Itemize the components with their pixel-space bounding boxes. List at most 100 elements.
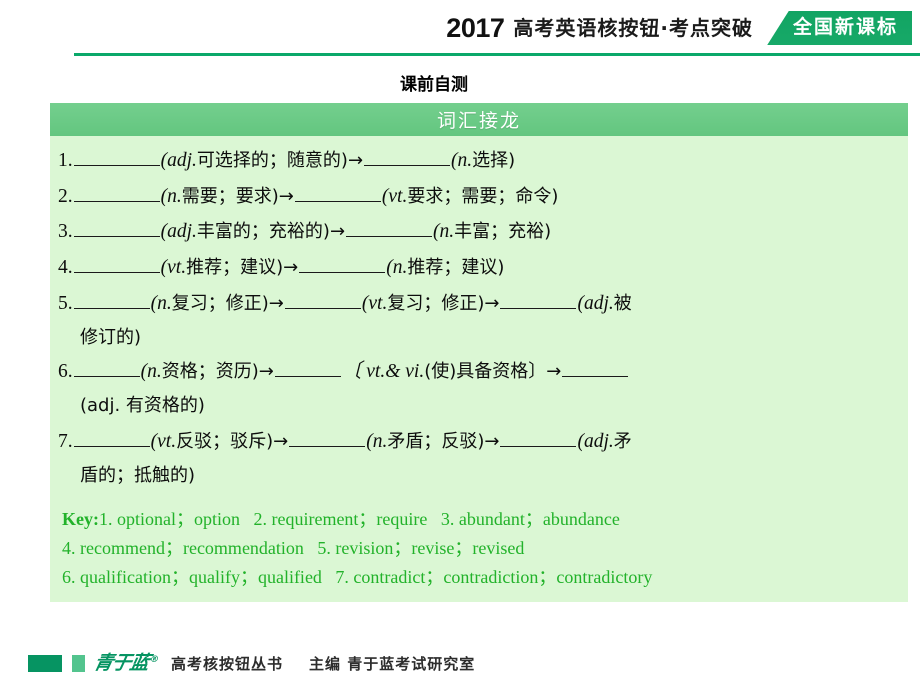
- vocab-item: 6. (n.资格；资历)→ 〔 vt.& vi.(使)具备资格〕→ (adj. 有资格…: [58, 355, 898, 425]
- arrow-icon: →: [283, 257, 299, 279]
- arrow-icon: →: [484, 292, 500, 314]
- answer-blank[interactable]: [284, 289, 361, 309]
- item-number: 7.: [58, 430, 73, 452]
- pos-label: (adj.: [577, 292, 614, 314]
- definition-cn: 资格；资历): [161, 360, 259, 382]
- vocab-item: 4. (vt.推荐；建议)→ (n.推荐；建议): [58, 251, 898, 287]
- vocab-item: 1. (adj.可选择的；随意的)→ (n.选择): [58, 144, 898, 180]
- answer-blank[interactable]: [73, 254, 160, 274]
- pos-label: (n.: [160, 185, 182, 207]
- answer-blank[interactable]: [73, 218, 160, 238]
- key-label: Key:: [62, 508, 99, 529]
- answer-blank[interactable]: [73, 357, 140, 377]
- definition-cn-cont: 修订的): [80, 326, 142, 348]
- registered-trademark-icon: ®: [148, 654, 159, 665]
- key-line: 6. qualification；qualify；qualified 7. co…: [62, 567, 653, 587]
- arrow-icon: →: [347, 150, 364, 171]
- vocab-item: 7. (vt.反驳；驳斥)→ (n.矛盾；反驳)→ (adj.矛 盾的；抵触的): [58, 425, 898, 493]
- definition-cn: 丰富的；充裕的): [196, 221, 330, 243]
- definition-cn: 可选择的；随意的): [196, 150, 348, 171]
- pos-label: (adj.: [160, 221, 197, 243]
- answer-blank[interactable]: [73, 427, 150, 447]
- page-footer: 青于蓝® 高考核按钮丛书 主编 青于蓝考试研究室: [0, 642, 920, 684]
- answer-blank[interactable]: [274, 357, 341, 377]
- pos-label: (vt.: [160, 257, 187, 279]
- definition-cn: 推荐；建议): [186, 257, 284, 279]
- answer-blank[interactable]: [364, 146, 451, 166]
- pos-label: (n.: [150, 292, 172, 314]
- key-line: 1. optional；option 2. requirement；requir…: [98, 508, 620, 529]
- answer-blank[interactable]: [500, 427, 577, 447]
- definition-cn: 推荐；建议): [407, 257, 505, 279]
- answer-blank[interactable]: [289, 427, 366, 447]
- vocab-item: 3. (adj.丰富的；充裕的)→ (n.丰富；充裕): [58, 215, 898, 251]
- definition-cn: 矛盾；反驳): [387, 430, 485, 452]
- header-year: 2017: [446, 12, 505, 43]
- answer-blank[interactable]: [346, 218, 433, 238]
- pos-label: (n.: [433, 221, 455, 243]
- header-branding: 2017 高考英语核按钮·考点突破 全国新课标: [446, 8, 920, 48]
- vocab-item: 5. (n.复习；修正)→ (vt.复习；修正)→ (adj.被 修订的): [58, 287, 898, 355]
- item-number: 1.: [58, 150, 73, 171]
- panel-heading-bar: 词汇接龙: [50, 103, 908, 136]
- pos-label: (vt.: [381, 185, 408, 207]
- pos-label: (n.: [386, 257, 408, 279]
- footer-block-dark-icon: [28, 654, 62, 672]
- header-badge: 全国新课标: [766, 10, 912, 46]
- definition-cn: 要求；需要；命令): [407, 185, 559, 207]
- header-title: 高考英语核按钮·考点突破: [513, 16, 753, 40]
- definition-cn-cont: 盾的；抵触的): [80, 464, 196, 486]
- page-header: 2017 高考英语核按钮·考点突破 全国新课标: [0, 0, 920, 56]
- arrow-icon: →: [273, 430, 289, 452]
- panel-heading-text: 词汇接龙: [436, 110, 521, 132]
- answer-blank[interactable]: [73, 289, 150, 309]
- pos-label: (vt.: [361, 292, 388, 314]
- answer-key-block: Key:1. optional；option 2. requirement；re…: [58, 505, 898, 592]
- vocab-panel: 词汇接龙 1. (adj.可选择的；随意的)→ (n.选择) 2. (n.需要；要求)…: [50, 103, 908, 603]
- arrow-icon: →: [258, 360, 274, 382]
- definition-cn: (使)具备资格〕: [424, 360, 547, 382]
- item-number: 5.: [58, 292, 73, 314]
- answer-blank[interactable]: [299, 254, 386, 274]
- pos-label: (n.: [140, 360, 162, 382]
- brand-logo-text: 青于蓝: [91, 651, 151, 674]
- footer-series-title: 高考核按钮丛书: [171, 654, 284, 673]
- key-line: 4. recommend；recommendation 5. revision；…: [62, 537, 525, 558]
- item-number: 2.: [58, 185, 73, 207]
- key-row: Key:1. optional；option 2. requirement；re…: [62, 505, 898, 534]
- item-number: 3.: [58, 221, 73, 243]
- section-title: 课前自测: [400, 75, 468, 95]
- arrow-icon: →: [484, 430, 500, 452]
- pos-label: (adj.: [160, 150, 197, 171]
- definition-cn: 丰富；充裕): [454, 221, 552, 243]
- definition-cn-tail: (adj. 有资格的): [80, 395, 205, 417]
- arrow-icon: →: [546, 360, 562, 382]
- arrow-icon: →: [278, 185, 294, 207]
- footer-editor: 主编 青于蓝考试研究室: [309, 654, 476, 673]
- vocab-item: 2. (n.需要；要求)→ (vt.要求；需要；命令): [58, 180, 898, 216]
- answer-blank[interactable]: [73, 146, 160, 166]
- definition-cn-cont: (adj. 有资格的): [58, 389, 898, 424]
- definition-cn: 反驳；驳斥): [176, 430, 274, 452]
- definition-cn: 选择): [472, 150, 516, 171]
- definition-cn: 复习；修正): [387, 292, 485, 314]
- answer-blank[interactable]: [73, 182, 160, 202]
- footer-block-light-icon: [72, 654, 85, 672]
- definition-cn: 矛: [613, 430, 632, 452]
- pos-label: 〔 vt.& vi.: [341, 360, 425, 382]
- definition-cn: 需要；要求): [181, 185, 279, 207]
- answer-blank[interactable]: [500, 289, 577, 309]
- brand-logo: 青于蓝®: [91, 651, 159, 674]
- answer-blank[interactable]: [294, 182, 381, 202]
- pos-label: (vt.: [150, 430, 177, 452]
- arrow-icon: →: [268, 292, 284, 314]
- definition-cn: 被: [613, 292, 632, 314]
- item-number: 4.: [58, 257, 73, 279]
- answer-blank[interactable]: [562, 357, 629, 377]
- item-number: 6.: [58, 360, 73, 382]
- header-divider-rule: [74, 53, 920, 56]
- pos-label: (n.: [451, 150, 473, 171]
- pos-label: (n.: [366, 430, 388, 452]
- panel-body: 1. (adj.可选择的；随意的)→ (n.选择) 2. (n.需要；要求)→ (vt.…: [50, 136, 908, 602]
- definition-cn: 复习；修正): [171, 292, 269, 314]
